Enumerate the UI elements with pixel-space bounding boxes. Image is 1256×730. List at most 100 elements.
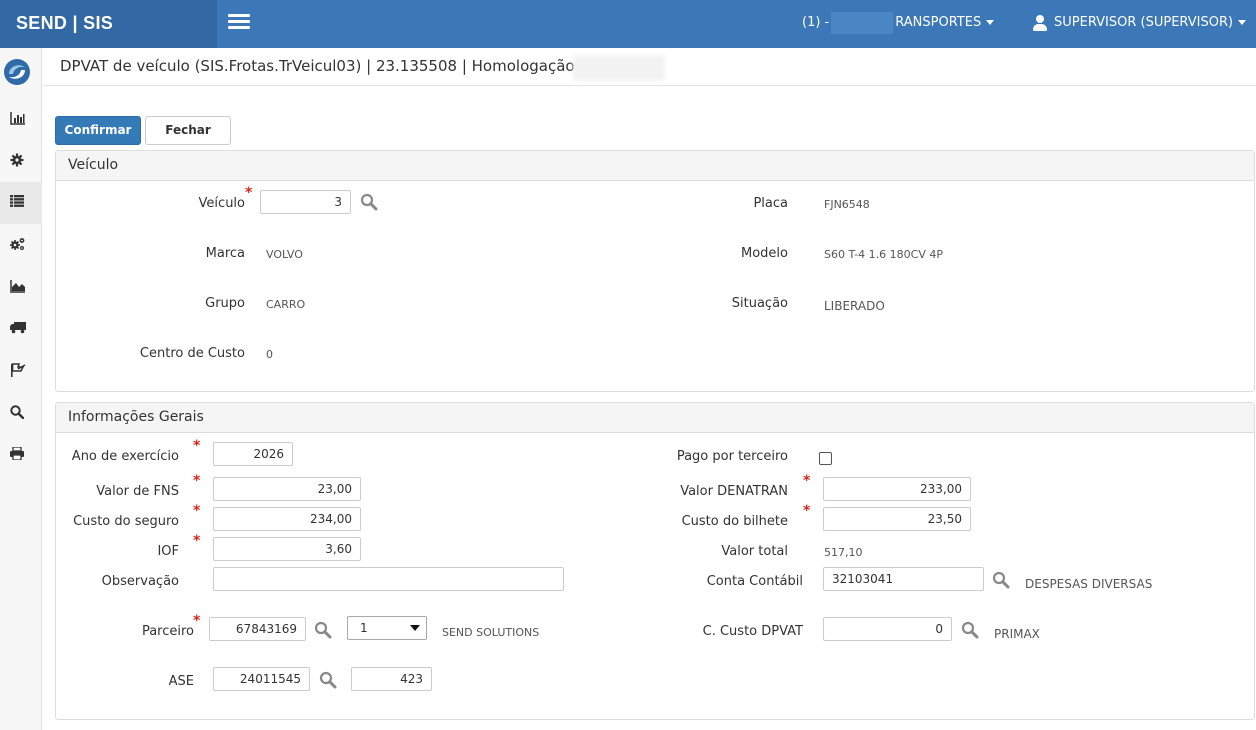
partner-input[interactable]: [209, 617, 306, 641]
fns-input[interactable]: [213, 477, 361, 501]
dpvat-cost-center-search-icon[interactable]: [961, 621, 979, 639]
sidebar: [0, 48, 42, 730]
insurance-label: Custo do seguro: [73, 514, 179, 529]
ticket-label: Custo do bilhete: [681, 514, 788, 529]
iof-label: IOF: [157, 544, 179, 559]
sidebar-item-reports[interactable]: [0, 98, 42, 140]
ticket-input[interactable]: [823, 507, 971, 531]
observation-input[interactable]: [213, 567, 564, 591]
user-icon: [1032, 14, 1048, 31]
gear-icon: [10, 153, 24, 167]
group-label: Grupo: [205, 296, 245, 311]
required-marker: *: [803, 473, 811, 489]
cost-center-label: Centro de Custo: [139, 346, 245, 361]
iof-input[interactable]: [213, 537, 361, 561]
confirm-button[interactable]: Confirmar: [55, 116, 141, 145]
company-name: RANSPORTES: [895, 15, 982, 30]
required-marker: *: [245, 185, 253, 201]
close-button[interactable]: Fechar: [145, 116, 231, 145]
general-info-panel: Informações Gerais Ano de exercício * Pa…: [55, 402, 1255, 720]
dpvat-cost-center-input[interactable]: [823, 617, 952, 641]
group-value: CARRO: [266, 298, 306, 311]
user-menu[interactable]: SUPERVISOR (SUPERVISOR): [1032, 0, 1247, 48]
sidebar-item-fleet[interactable]: [0, 308, 42, 350]
vehicle-input[interactable]: [260, 190, 351, 214]
list-icon: [10, 195, 24, 207]
caret-down-icon: [1238, 20, 1247, 25]
fns-label: Valor de FNS: [96, 484, 179, 499]
plate-label: Placa: [753, 196, 788, 211]
company-name-redacted: [831, 11, 894, 34]
account-description: DESPESAS DIVERSAS: [1025, 577, 1153, 591]
sidebar-item-analytics[interactable]: [0, 266, 42, 308]
sidebar-item-workflow[interactable]: [0, 350, 42, 392]
ase-search-icon[interactable]: [319, 671, 337, 689]
status-value: LIBERADO: [824, 299, 885, 313]
vehicle-panel: Veículo Veículo * Placa FJN6548 Marca VO…: [55, 150, 1255, 392]
gears-icon: [10, 238, 25, 250]
required-marker: *: [193, 503, 201, 519]
vehicle-panel-heading: Veículo: [56, 151, 1254, 181]
account-search-icon[interactable]: [992, 571, 1010, 589]
chevron-down-icon: [410, 625, 420, 631]
top-navbar: SEND | SIS (1) - RANSPORTES SUPERVISOR (S…: [0, 0, 1256, 48]
company-selector[interactable]: (1) - RANSPORTES: [802, 0, 995, 48]
page-title: DPVAT de veículo (SIS.Frotas.TrVeicul03)…: [60, 57, 585, 75]
account-label: Conta Contábil: [706, 574, 803, 589]
denatran-input[interactable]: [823, 477, 971, 501]
company-prefix: (1) -: [802, 15, 830, 30]
plate-value: FJN6548: [824, 198, 870, 211]
vehicle-search-icon[interactable]: [360, 193, 378, 211]
caret-down-icon: [986, 20, 995, 25]
denatran-label: Valor DENATRAN: [680, 484, 788, 499]
brand-logo[interactable]: SEND | SIS: [0, 0, 217, 48]
required-marker: *: [193, 533, 201, 549]
brand-label: Marca: [205, 246, 245, 261]
cost-center-value: 0: [266, 348, 273, 361]
title-redacted: [573, 55, 665, 81]
sidebar-item-print[interactable]: [0, 434, 42, 476]
general-info-heading: Informações Gerais: [56, 403, 1254, 433]
sidebar-item-registers[interactable]: [0, 182, 42, 224]
insurance-input[interactable]: [213, 507, 361, 531]
partner-description: SEND SOLUTIONS: [442, 626, 540, 639]
partner-label: Parceiro: [141, 624, 194, 639]
year-label: Ano de exercício: [71, 449, 179, 464]
account-input[interactable]: [823, 567, 984, 591]
paid-by-third-checkbox[interactable]: [819, 452, 832, 465]
menu-toggle-icon[interactable]: [228, 14, 250, 30]
chart-bar-icon: [10, 112, 25, 125]
required-marker: *: [193, 613, 201, 629]
search-icon: [10, 405, 24, 419]
required-marker: *: [193, 473, 201, 489]
observation-label: Observação: [101, 574, 179, 589]
required-marker: *: [193, 438, 201, 454]
sidebar-item-search[interactable]: [0, 392, 42, 434]
truck-icon: [10, 322, 26, 334]
partner-branch-selected: 1: [360, 621, 368, 635]
brand-value: VOLVO: [266, 248, 303, 261]
dpvat-cost-center-label: C. Custo DPVAT: [702, 624, 803, 639]
total-label: Valor total: [721, 544, 788, 559]
year-input[interactable]: [213, 442, 293, 466]
sidebar-item-processes[interactable]: [0, 224, 42, 266]
partner-branch-select[interactable]: 1: [347, 616, 427, 640]
print-icon: [10, 447, 24, 460]
total-value: 517,10: [824, 546, 863, 559]
ase-input[interactable]: [213, 667, 310, 691]
required-marker: *: [803, 503, 811, 519]
partner-search-icon[interactable]: [314, 621, 332, 639]
dpvat-cost-center-description: PRIMAX: [994, 627, 1040, 641]
model-label: Modelo: [741, 246, 788, 261]
status-label: Situação: [731, 296, 788, 311]
flag-icon: [11, 363, 26, 377]
app-logo-icon: [4, 59, 30, 85]
area-chart-icon: [10, 280, 25, 293]
header-divider: [43, 85, 1256, 86]
ase-label: ASE: [168, 674, 194, 689]
sidebar-item-settings[interactable]: [0, 140, 42, 182]
ase-secondary-input[interactable]: [351, 667, 432, 691]
vehicle-label: Veículo: [198, 196, 245, 211]
paid-by-third-label: Pago por terceiro: [676, 449, 788, 464]
model-value: S60 T-4 1.6 180CV 4P: [824, 248, 943, 261]
